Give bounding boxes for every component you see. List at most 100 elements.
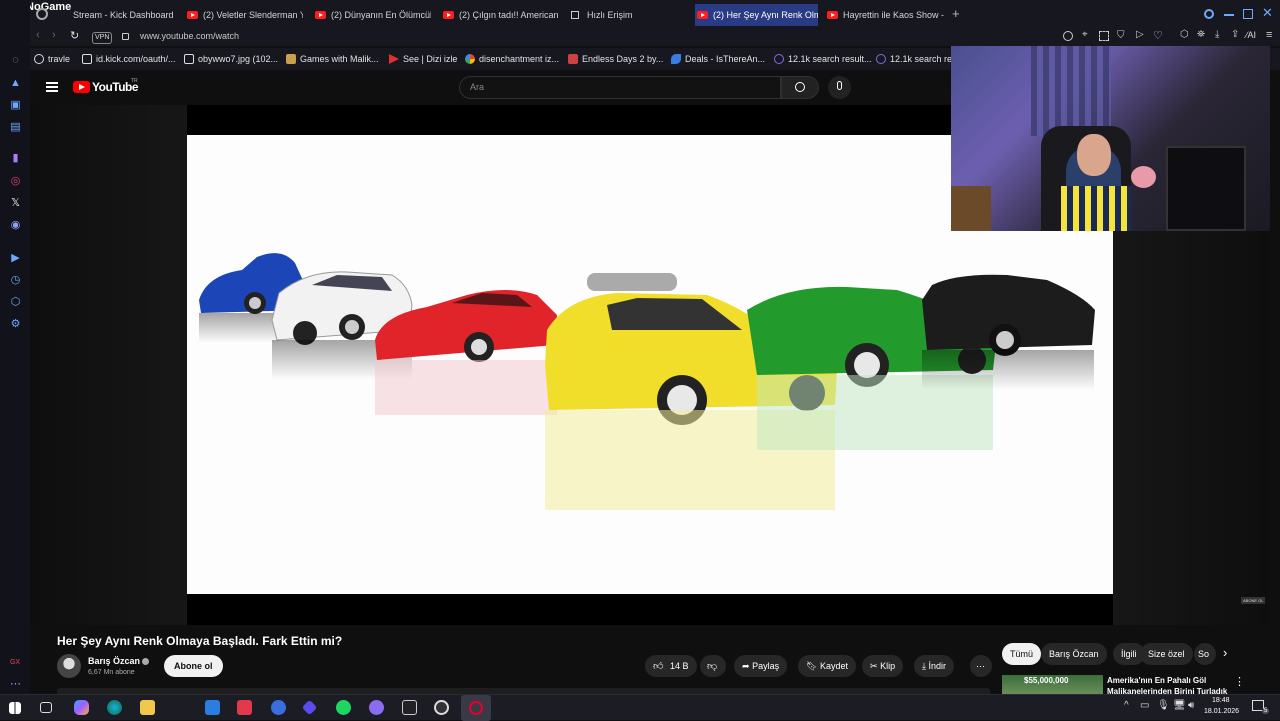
recommendation-title[interactable]: Amerika'nın En Pahalı Göl Malikanelerind… xyxy=(1107,675,1232,694)
speed-dial-icon[interactable]: ▣ xyxy=(9,99,22,112)
chip-all[interactable]: Tümü xyxy=(1002,643,1042,665)
chip-baris-ozcan[interactable]: Barış Özcan xyxy=(1041,643,1107,665)
tab-her-sey[interactable]: (2) Her Şey Aynı Renk Olm... xyxy=(695,4,818,26)
recommendation-thumbnail[interactable]: $55,000,000 xyxy=(1002,675,1103,694)
bookmark-endless-days[interactable]: Endless Days 2 by... xyxy=(568,48,663,70)
search-tabs-icon[interactable] xyxy=(1204,9,1214,19)
share-button[interactable]: ➦ Paylaş xyxy=(734,655,788,677)
like-button[interactable]: 👍︎ 14 B xyxy=(645,655,697,677)
reload-icon[interactable]: ↻ xyxy=(70,29,79,42)
bookmark-games-malik[interactable]: Games with Malik... xyxy=(286,48,379,70)
bookmark-travle[interactable]: travle xyxy=(34,48,70,70)
url-field[interactable]: www.youtube.com/watch xyxy=(140,31,239,41)
search-button[interactable] xyxy=(781,76,819,99)
arrow-app-icon[interactable] xyxy=(301,699,318,716)
back-icon[interactable]: ‹ xyxy=(36,29,40,41)
play-icon[interactable]: ▷ xyxy=(1136,29,1144,40)
webcam-person-head xyxy=(1077,134,1111,176)
shield-icon[interactable]: ⛉ xyxy=(1117,30,1125,41)
bookmark-search-results-2[interactable]: 12.1k search res xyxy=(876,48,957,70)
spotify-icon[interactable] xyxy=(336,700,351,715)
opera-icon[interactable]: ◌ xyxy=(9,54,22,67)
tab-stream-kick[interactable]: Stream - Kick Dashboard xyxy=(55,4,180,26)
app-icon[interactable] xyxy=(271,700,286,715)
channel-avatar[interactable] xyxy=(57,654,81,678)
extensions-icon[interactable]: ⬡ xyxy=(9,296,22,309)
more-icon[interactable]: ⋯ xyxy=(9,678,22,691)
clip-button[interactable]: ✂ Klip xyxy=(862,655,904,677)
bookmark-deals[interactable]: Deals - IsThereAn... xyxy=(671,48,765,70)
player-icon[interactable]: ▶ xyxy=(9,252,22,265)
tab-veletler[interactable]: (2) Veletler Slenderman Y... xyxy=(185,4,303,26)
clock-date[interactable]: 18.01.2026 xyxy=(1204,708,1239,715)
history-icon[interactable]: ◷ xyxy=(9,274,22,287)
windows-start-icon[interactable] xyxy=(9,702,21,714)
obs-icon[interactable] xyxy=(434,700,449,715)
chip-partial[interactable]: So xyxy=(1194,643,1216,665)
tray-mic-icon[interactable]: 🎙︎ xyxy=(1157,700,1170,711)
twitch-icon[interactable]: ▮ xyxy=(9,152,22,165)
bag-icon[interactable]: ▲ xyxy=(9,77,22,90)
file-explorer-icon[interactable] xyxy=(140,700,155,715)
tab-dunyanin[interactable]: (2) Dünyanın En Ölümcül K... xyxy=(313,4,431,26)
x-icon[interactable]: 𝕏 xyxy=(9,197,22,210)
new-tab-button[interactable]: + xyxy=(952,6,960,21)
minimize-icon[interactable] xyxy=(1224,14,1234,16)
edge-icon[interactable] xyxy=(107,700,122,715)
opera-gx-icon[interactable] xyxy=(461,695,491,721)
bookmark-disenchantment[interactable]: disenchantment iz... xyxy=(465,48,559,70)
mail-icon[interactable] xyxy=(205,700,220,715)
subscribe-watermark[interactable]: ABONE OL xyxy=(1241,597,1266,604)
close-icon[interactable]: ✕ xyxy=(1262,5,1273,21)
ai-icon[interactable]: ⁄AI xyxy=(1246,30,1256,40)
save-button[interactable]: 🔖︎ Kaydet xyxy=(798,655,856,677)
vpn-badge[interactable]: VPN xyxy=(92,32,113,44)
share-icon[interactable]: ⇪ xyxy=(1231,29,1239,40)
wallet-icon[interactable]: ⛯ xyxy=(1197,29,1205,40)
bookmark-see-dizi[interactable]: See | Dizi izle xyxy=(389,48,457,70)
menu-icon[interactable]: ≡ xyxy=(1266,29,1272,41)
bookmark-kick-oauth[interactable]: id.kick.com/oauth/... xyxy=(82,48,176,70)
copilot-icon[interactable] xyxy=(74,700,89,715)
more-actions-button[interactable]: ⋯ xyxy=(970,655,992,677)
messenger-icon[interactable]: ▤ xyxy=(9,121,22,134)
extensions-icon[interactable]: ⬡ xyxy=(1180,29,1189,40)
gear-icon[interactable] xyxy=(36,8,48,20)
bookmark-search-results-1[interactable]: 12.1k search result... xyxy=(774,48,872,70)
pin-icon[interactable]: ⌖ xyxy=(1082,29,1088,40)
heart-icon[interactable]: ♡ xyxy=(1153,29,1163,42)
search-input[interactable]: Ara xyxy=(459,76,781,99)
discord-icon[interactable]: ◉ xyxy=(9,219,22,232)
clock-time[interactable]: 18:48 xyxy=(1212,697,1230,704)
page-icon xyxy=(184,54,194,64)
instagram-icon[interactable]: ◎ xyxy=(9,175,22,188)
valorant-icon[interactable] xyxy=(237,700,252,715)
zoom-icon[interactable] xyxy=(1063,31,1073,41)
maximize-icon[interactable] xyxy=(1243,9,1253,19)
tray-network-icon[interactable]: 🖥︎ xyxy=(1173,700,1186,711)
settings-icon[interactable]: ⚙ xyxy=(9,318,22,331)
bookmark-obywwo7[interactable]: obywwo7.jpg (102... xyxy=(184,48,278,70)
recommendation-menu-icon[interactable]: ⋮ xyxy=(1234,675,1245,688)
download-button[interactable]: ⤓ İndir xyxy=(914,655,955,677)
channel-name[interactable]: Barış Özcan xyxy=(88,656,140,666)
tab-hizli-erisim[interactable]: Hızlı Erişim xyxy=(569,4,687,26)
tab-hayrettin[interactable]: Hayrettin ile Kaos Show - 2... xyxy=(825,4,945,26)
tab-cilgin[interactable]: (2) Çılgın tadı!! American C... xyxy=(441,4,559,26)
tray-device-icon[interactable]: ▭ xyxy=(1140,700,1149,711)
youtube-logo-icon[interactable] xyxy=(73,81,90,93)
voice-search-button[interactable] xyxy=(828,76,851,99)
discord-icon[interactable] xyxy=(369,700,384,715)
task-view-icon[interactable] xyxy=(40,702,52,713)
forward-icon[interactable]: › xyxy=(52,29,56,41)
subscribe-button[interactable]: Abone ol xyxy=(164,655,223,677)
tray-volume-icon[interactable]: 🔊︎ xyxy=(1188,700,1194,711)
screenshot-icon[interactable] xyxy=(1099,31,1109,41)
tray-chevron-icon[interactable]: ^ xyxy=(1124,700,1129,711)
chip-for-you[interactable]: Size özel xyxy=(1140,643,1193,665)
hamburger-menu-icon[interactable] xyxy=(46,82,58,92)
epic-games-icon[interactable] xyxy=(402,700,417,715)
dislike-button[interactable]: 👎︎ xyxy=(700,655,726,677)
chevron-right-icon[interactable]: › xyxy=(1223,645,1227,660)
download-icon[interactable]: ⤓ xyxy=(1215,29,1219,40)
